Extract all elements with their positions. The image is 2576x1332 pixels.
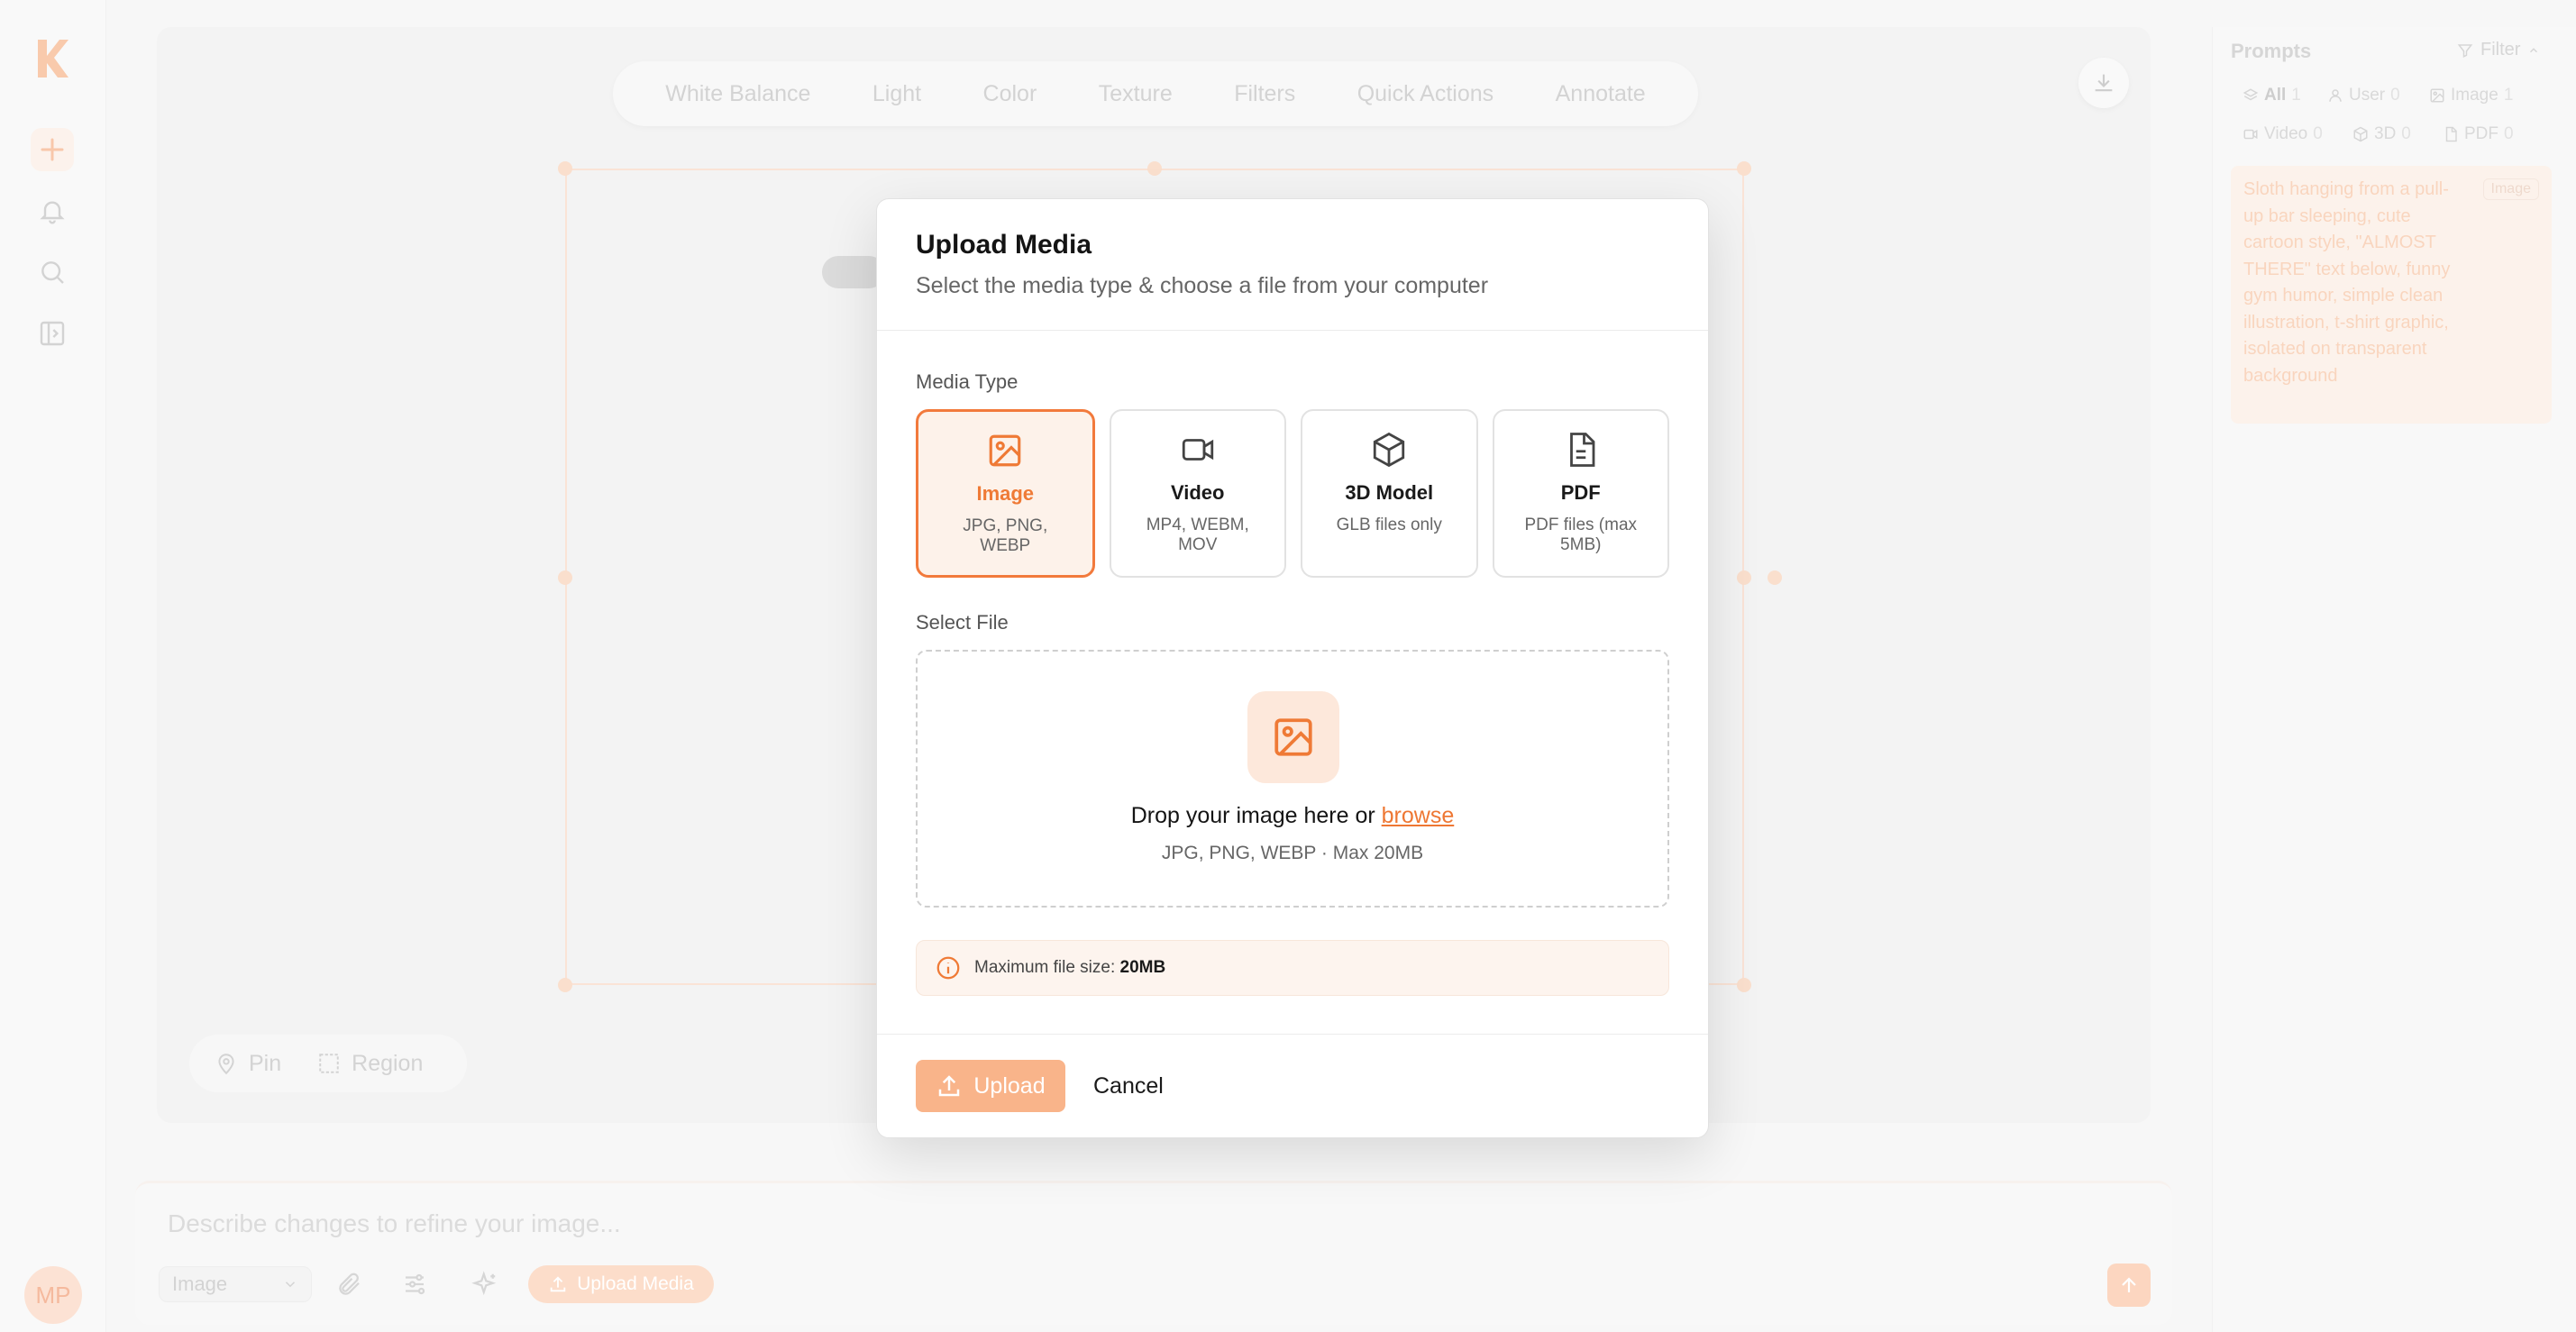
media-type-3d-model[interactable]: 3D Model GLB files only xyxy=(1301,409,1478,578)
cube-icon xyxy=(1374,432,1405,468)
media-type-name: Image xyxy=(976,482,1035,505)
media-type-image[interactable]: Image JPG, PNG, WEBP xyxy=(916,409,1095,578)
dialog-title: Upload Media xyxy=(916,230,1092,260)
drop-instruction: Drop your image here or xyxy=(1130,803,1375,828)
file-dropzone[interactable]: Drop your image here or browse JPG, PNG,… xyxy=(916,650,1669,908)
media-type-options: Image JPG, PNG, WEBP Video MP4, WEBM, MO… xyxy=(916,409,1669,578)
video-icon xyxy=(1182,439,1213,461)
file-size-info: Maximum file size: 20MB xyxy=(916,940,1669,996)
media-type-desc: JPG, PNG, WEBP xyxy=(963,516,1048,555)
upload-media-dialog: Upload Media Select the media type & cho… xyxy=(876,198,1709,1138)
upload-label: Upload xyxy=(973,1072,1046,1099)
media-type-name: 3D Model xyxy=(1345,481,1434,504)
image-icon xyxy=(989,434,1021,467)
media-type-label: Media Type xyxy=(916,370,1019,393)
divider xyxy=(877,1034,1708,1035)
upload-button[interactable]: Upload xyxy=(916,1060,1065,1112)
image-icon xyxy=(1274,718,1312,756)
media-type-video[interactable]: Video MP4, WEBM, MOV xyxy=(1109,409,1286,578)
cancel-button[interactable]: Cancel xyxy=(1093,1060,1164,1112)
media-type-name: PDF xyxy=(1560,481,1601,504)
browse-link[interactable]: browse xyxy=(1382,803,1455,828)
media-type-desc: PDF files (max 5MB) xyxy=(1524,515,1638,554)
info-value: 20MB xyxy=(1119,958,1166,977)
media-type-pdf[interactable]: PDF PDF files (max 5MB) xyxy=(1492,409,1669,578)
dropzone-icon-box xyxy=(1247,691,1339,783)
document-icon xyxy=(1569,433,1595,467)
info-label: Maximum file size: xyxy=(974,958,1116,977)
dialog-subtitle: Select the media type & choose a file fr… xyxy=(916,273,1489,298)
media-type-desc: MP4, WEBM, MOV xyxy=(1146,515,1249,554)
dropzone-text: Drop your image here or browse xyxy=(918,803,1667,829)
divider xyxy=(877,330,1708,331)
select-file-label: Select File xyxy=(916,611,1009,634)
info-icon xyxy=(936,956,960,980)
dropzone-hint: JPG, PNG, WEBP · Max 20MB xyxy=(1161,843,1424,863)
media-type-name: Video xyxy=(1170,481,1225,504)
media-type-desc: GLB files only xyxy=(1336,515,1442,534)
upload-icon xyxy=(939,1075,960,1097)
